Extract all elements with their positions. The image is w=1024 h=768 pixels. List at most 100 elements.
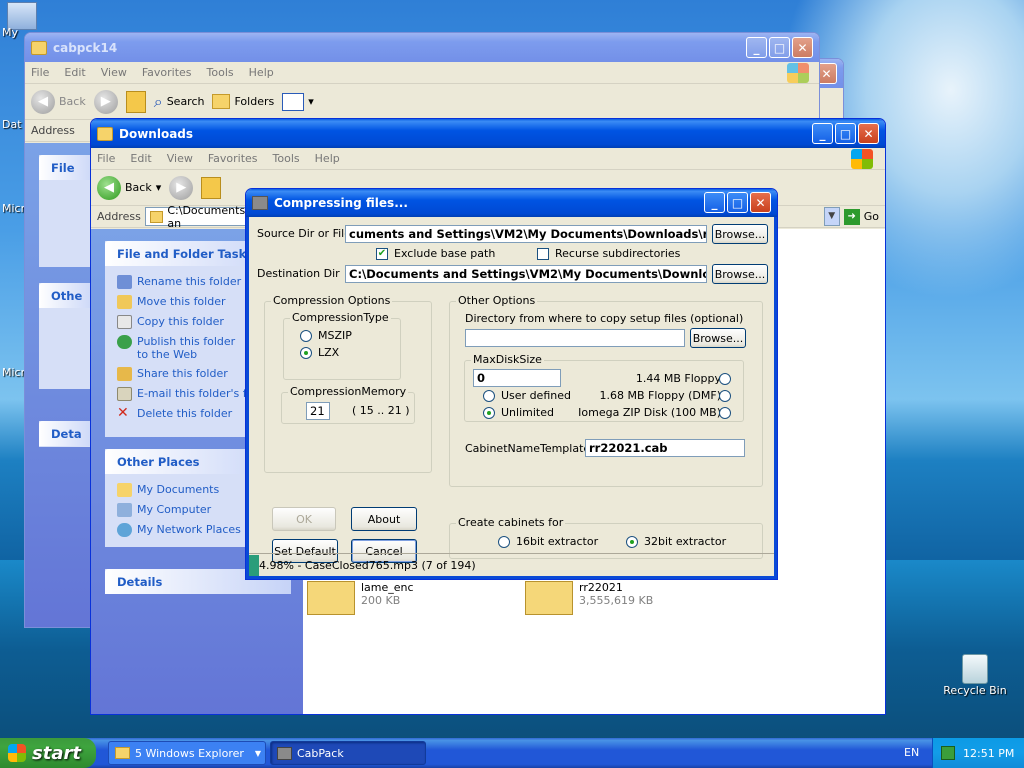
maximize-icon[interactable]: □	[835, 123, 856, 144]
setup-browse-button[interactable]: Browse...	[690, 328, 746, 348]
menu-favorites[interactable]: Favorites	[142, 66, 192, 79]
file-item-lame-enc[interactable]: lame_enc 200 KB	[307, 581, 414, 615]
group-title: CompressionMemory	[288, 385, 409, 398]
menu-help[interactable]: Help	[315, 152, 340, 165]
32bit-label: 32bit extractor	[644, 535, 727, 548]
folder-icon	[115, 747, 130, 759]
recycle-bin-icon[interactable]: Recycle Bin	[940, 654, 1010, 697]
back-label: Back	[59, 95, 86, 108]
minimize-icon[interactable]: _	[812, 123, 833, 144]
chevron-down-icon: ▼	[254, 748, 261, 758]
menu-view[interactable]: View	[167, 152, 193, 165]
floppy-144-label: 1.44 MB Floppy	[635, 372, 721, 385]
folders-button[interactable]: Folders	[212, 94, 274, 109]
menu-tools[interactable]: Tools	[273, 152, 300, 165]
language-indicator[interactable]: EN	[904, 746, 919, 759]
task-label: Delete this folder	[137, 407, 233, 420]
unlimited-radio[interactable]	[483, 407, 495, 419]
file-item-rr22021[interactable]: rr22021 3,555,619 KB	[525, 581, 653, 615]
tray-network-icon[interactable]	[941, 746, 955, 760]
address-label: Address	[97, 210, 141, 223]
forward-button[interactable]: ▶	[169, 175, 194, 200]
folders-label: Folders	[234, 95, 275, 108]
floppy-168-label: 1.68 MB Floppy (DMF)	[599, 389, 721, 402]
taskbar-windows-explorer[interactable]: 5 Windows Explorer ▼	[108, 741, 266, 765]
max-disk-size-input[interactable]: 0	[473, 369, 561, 387]
zip-disk-radio[interactable]	[719, 407, 731, 419]
search-button[interactable]: ⌕ Search	[154, 92, 205, 112]
address-input[interactable]: C:\Documents an	[144, 204, 260, 230]
start-button[interactable]: start	[0, 738, 96, 768]
floppy-168-radio[interactable]	[719, 390, 731, 402]
minimize-icon[interactable]: _	[704, 192, 725, 213]
progress-fill	[249, 554, 259, 576]
close-icon[interactable]: ✕	[792, 37, 813, 58]
maximize-icon[interactable]: □	[769, 37, 790, 58]
exclude-base-path-checkbox[interactable]: ✔	[376, 248, 388, 260]
destination-browse-button[interactable]: Browse...	[712, 264, 768, 284]
menu-file[interactable]: File	[97, 152, 115, 165]
memory-range-label: ( 15 .. 21 )	[352, 404, 410, 417]
menu-bar: File Edit View Favorites Tools Help	[91, 148, 885, 170]
compressing-files-dialog[interactable]: Compressing files... _ □ ✕ Source Dir or…	[245, 188, 778, 580]
task-label: Copy this folder	[137, 315, 224, 328]
lzx-radio[interactable]	[300, 347, 312, 359]
dialog-titlebar[interactable]: Compressing files... _ □ ✕	[246, 189, 777, 217]
compression-memory-input[interactable]: 21	[306, 402, 330, 420]
about-button[interactable]: About	[351, 507, 417, 531]
cabpck14-titlebar[interactable]: cabpck14 _ □ ✕	[25, 33, 819, 62]
back-arrow-icon: ◀	[97, 175, 121, 200]
menu-file[interactable]: File	[31, 66, 49, 79]
maximize-icon[interactable]: □	[727, 192, 748, 213]
close-icon[interactable]: ✕	[750, 192, 771, 213]
source-browse-button[interactable]: Browse...	[712, 224, 768, 244]
group-title: CompressionType	[290, 311, 391, 324]
go-button[interactable]: ➜ Go	[843, 208, 879, 225]
up-button[interactable]	[125, 90, 146, 113]
taskbar-cabpack[interactable]: CabPack	[270, 741, 426, 765]
views-icon	[282, 92, 305, 111]
menu-tools[interactable]: Tools	[207, 66, 234, 79]
clock[interactable]: 12:51 PM	[963, 747, 1014, 760]
menu-edit[interactable]: Edit	[64, 66, 85, 79]
lzx-label: LZX	[318, 346, 340, 359]
folder-icon	[97, 126, 113, 141]
forward-button[interactable]: ▶	[93, 89, 118, 114]
ok-button[interactable]: OK	[272, 507, 336, 531]
task-label: Move this folder	[137, 295, 226, 308]
menu-view[interactable]: View	[101, 66, 127, 79]
source-input[interactable]: cuments and Settings\VM2\My Documents\Do…	[345, 225, 707, 243]
group-title: Compression Options	[271, 294, 393, 307]
address-dropdown[interactable]: ▼	[823, 207, 840, 226]
user-defined-radio[interactable]	[483, 390, 495, 402]
back-button[interactable]: ◀ Back	[31, 89, 86, 114]
floppy-144-radio[interactable]	[719, 373, 731, 385]
cabinet-name-input[interactable]: rr22021.cab	[585, 439, 745, 457]
downloads-titlebar[interactable]: Downloads _ □ ✕	[91, 119, 885, 148]
minimize-icon[interactable]: _	[746, 37, 767, 58]
unlimited-label: Unlimited	[501, 406, 554, 419]
compression-options-group: Compression Options CompressionType MSZI…	[264, 294, 432, 473]
data-desktop-icon[interactable]: Dat	[2, 118, 22, 131]
menu-edit[interactable]: Edit	[130, 152, 151, 165]
close-icon[interactable]: ✕	[858, 123, 879, 144]
group-title: MaxDiskSize	[471, 353, 544, 366]
views-button[interactable]: ▾	[282, 92, 314, 111]
up-button[interactable]	[201, 176, 222, 199]
mszip-radio[interactable]	[300, 330, 312, 342]
file-name: lame_enc	[361, 581, 414, 594]
back-button[interactable]: ◀ Back ▾	[97, 175, 161, 200]
32bit-radio[interactable]	[626, 536, 638, 548]
destination-input[interactable]: C:\Documents and Settings\VM2\My Documen…	[345, 265, 707, 283]
globe-icon	[117, 335, 132, 349]
menu-help[interactable]: Help	[249, 66, 274, 79]
folders-icon	[212, 94, 231, 109]
menu-favorites[interactable]: Favorites	[208, 152, 258, 165]
16bit-radio[interactable]	[498, 536, 510, 548]
group-title: Other Options	[456, 294, 538, 307]
task-label: Rename this folder	[137, 275, 242, 288]
zip-folder-icon	[307, 581, 355, 615]
setup-dir-input[interactable]	[465, 329, 685, 347]
recurse-subdirectories-checkbox[interactable]	[537, 248, 549, 260]
task-label: CabPack	[297, 746, 344, 760]
